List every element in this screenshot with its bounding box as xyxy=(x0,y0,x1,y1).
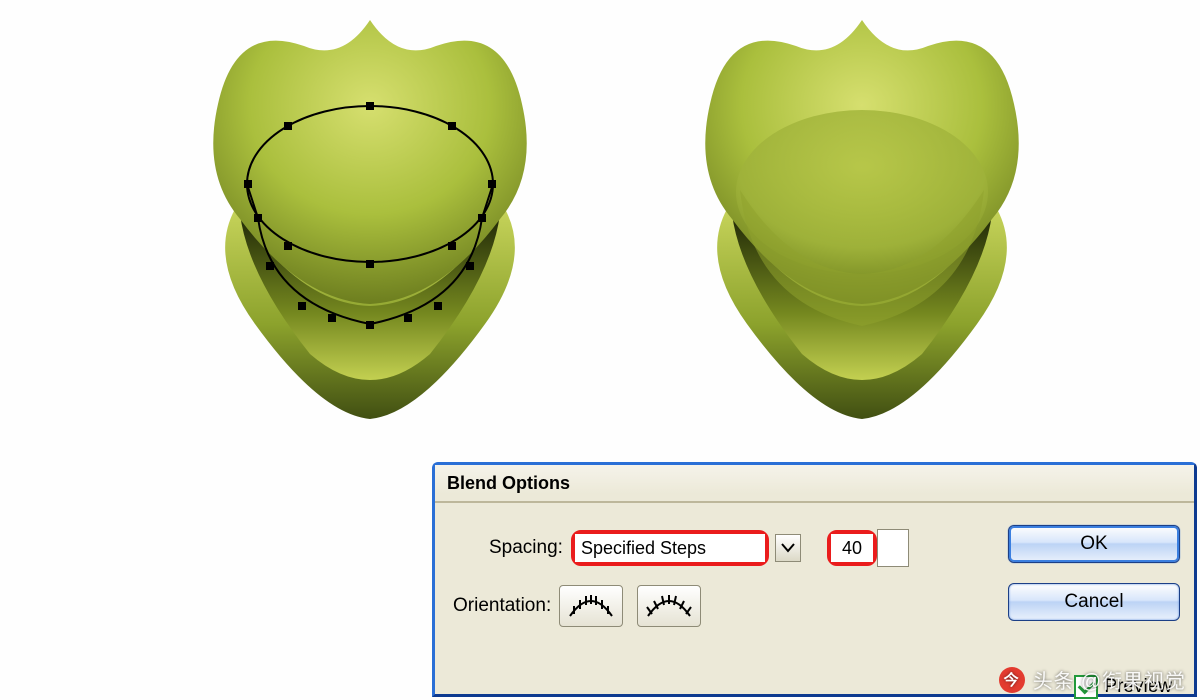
steps-unit-field[interactable] xyxy=(877,529,909,567)
orientation-label: Orientation: xyxy=(453,595,551,617)
watermark-logo-icon: 今 xyxy=(999,667,1025,693)
align-page-icon xyxy=(566,592,616,620)
frog-mouth-shape-result xyxy=(692,14,1032,424)
dialog-title: Blend Options xyxy=(447,473,570,494)
cancel-button[interactable]: Cancel xyxy=(1008,583,1180,621)
watermark-prefix: 头条 xyxy=(1033,665,1075,694)
spacing-dropdown-button[interactable] xyxy=(775,534,801,562)
spacing-highlight: Specified Steps xyxy=(571,530,769,566)
orientation-align-page-button[interactable] xyxy=(559,585,623,627)
watermark-handle: @衔果视觉 xyxy=(1081,665,1186,694)
blend-options-dialog: Blend Options Spacing: Specified Steps 4… xyxy=(432,462,1197,697)
spacing-label: Spacing: xyxy=(489,537,563,559)
ok-button[interactable]: OK xyxy=(1008,525,1180,563)
spacing-select[interactable]: Specified Steps xyxy=(575,534,765,562)
orientation-align-path-button[interactable] xyxy=(637,585,701,627)
align-path-icon xyxy=(644,592,694,620)
chevron-down-icon xyxy=(781,543,795,553)
dialog-titlebar[interactable]: Blend Options xyxy=(435,465,1194,503)
artboard xyxy=(0,0,1200,480)
steps-input[interactable]: 40 xyxy=(831,534,873,562)
watermark: 今 头条 @衔果视觉 xyxy=(999,665,1186,694)
frog-mouth-shape-editing xyxy=(200,14,540,424)
